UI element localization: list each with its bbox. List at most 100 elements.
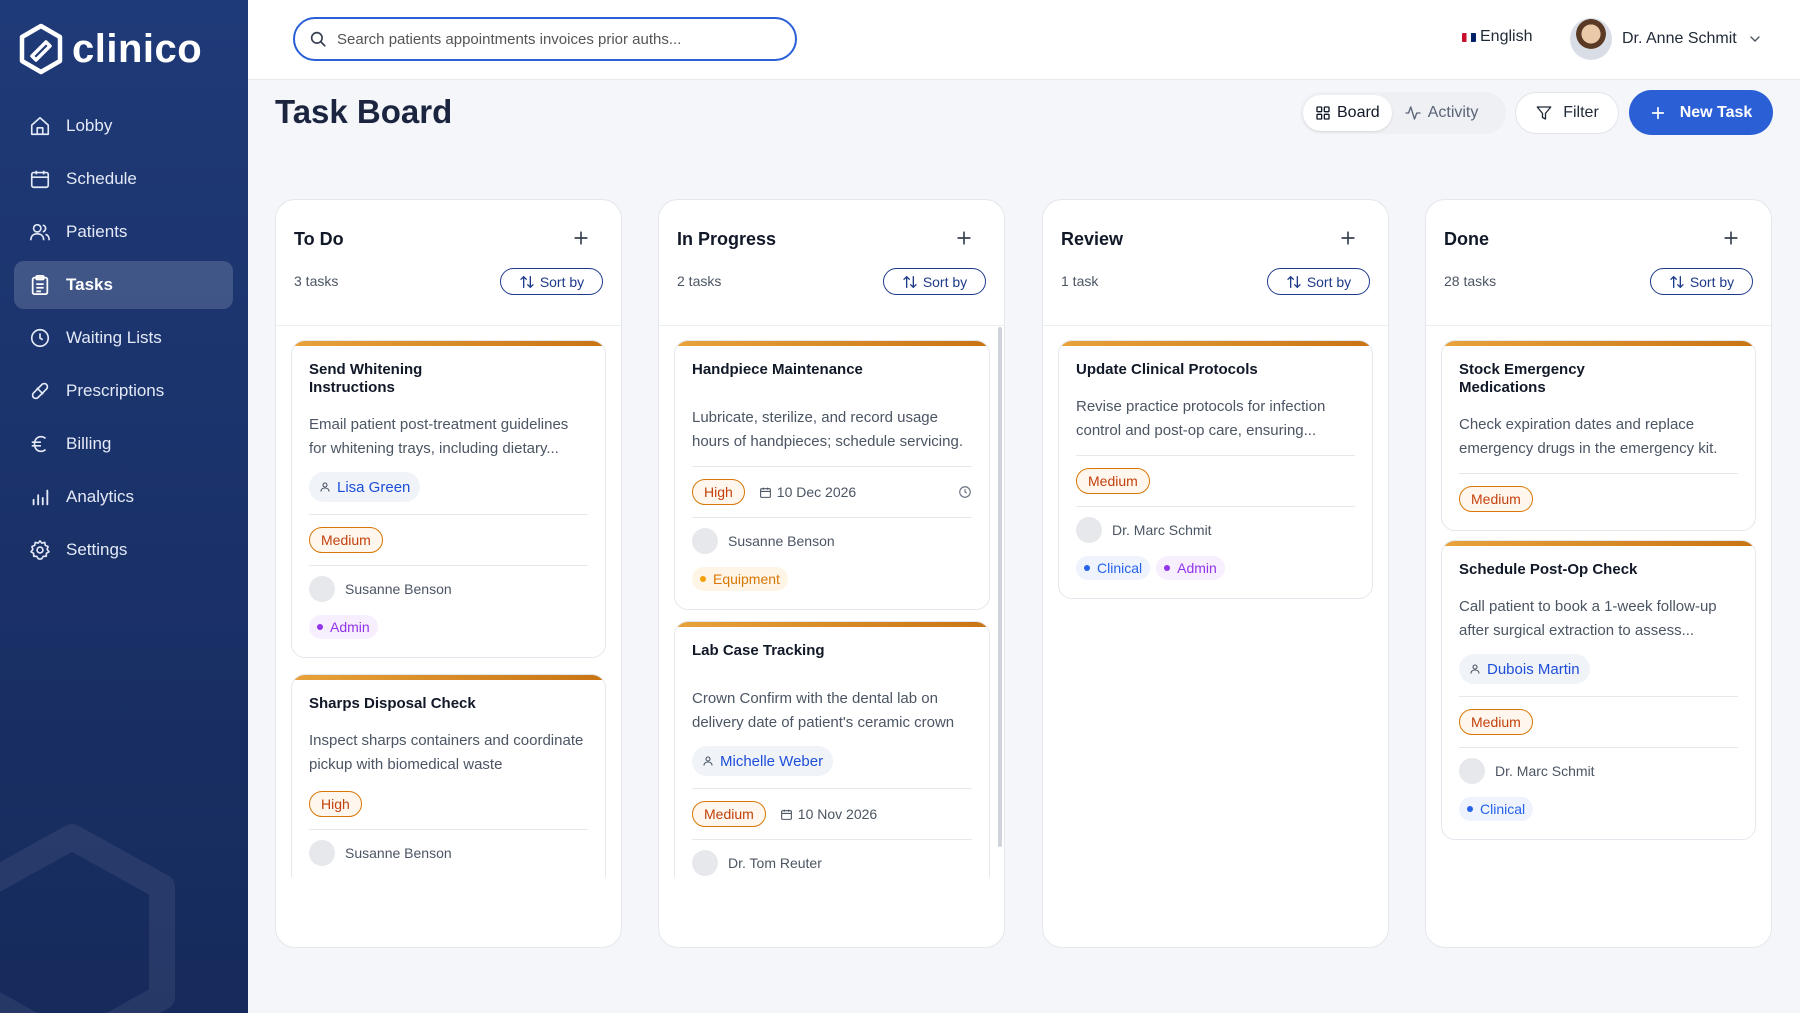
sidebar-item-patients[interactable]: Patients — [14, 208, 233, 256]
new-task-button[interactable]: New Task — [1629, 90, 1773, 135]
divider — [1076, 506, 1355, 507]
language-label: English — [1480, 28, 1533, 45]
task-card[interactable]: Update Clinical Protocols Revise practic… — [1058, 340, 1373, 599]
activity-view-button[interactable]: Activity — [1392, 95, 1491, 131]
sidebar-item-settings[interactable]: Settings — [14, 526, 233, 574]
add-task-icon[interactable] — [954, 228, 974, 248]
due-date-text: 10 Dec 2026 — [776, 484, 857, 500]
card-title: Lab Case Tracking — [692, 642, 825, 659]
card-title: Update Clinical Protocols — [1076, 361, 1258, 378]
priority-badge: Medium — [1459, 486, 1533, 512]
filter-button[interactable]: Filter — [1515, 92, 1619, 134]
view-toggle: Board Activity — [1300, 92, 1506, 134]
language-selector[interactable]: English — [1462, 28, 1532, 46]
divider — [309, 829, 588, 830]
task-card[interactable]: Handpiece Maintenance Lubricate, sterili… — [674, 340, 990, 610]
task-card[interactable]: Stock Emergency Medications Check expira… — [1441, 340, 1756, 531]
column-header: To Do 3 tasks Sort by — [276, 200, 621, 326]
add-task-icon[interactable] — [1338, 228, 1358, 248]
brand-name: clinico — [72, 26, 203, 71]
user-name: Dr. Anne Schmit — [1622, 30, 1737, 47]
sidebar-item-analytics[interactable]: Analytics — [14, 473, 233, 521]
tag-admin: Admin — [1156, 556, 1225, 580]
sidebar-item-waiting-lists[interactable]: Waiting Lists — [14, 314, 233, 362]
patient-name: Dubois Martin — [1487, 660, 1580, 678]
column-title: To Do — [294, 229, 344, 249]
task-card[interactable]: Send Whitening Instructions Email patien… — [291, 340, 606, 658]
search-box[interactable] — [293, 17, 797, 61]
divider — [1076, 455, 1355, 456]
column-title: Review — [1061, 229, 1124, 249]
sidebar-item-billing[interactable]: Billing — [14, 420, 233, 468]
bar-chart-icon — [28, 485, 52, 509]
brand-logo[interactable]: clinico — [16, 22, 202, 76]
sort-button[interactable]: Sort by — [1650, 268, 1753, 295]
clock-icon — [28, 326, 52, 350]
sidebar-item-label: Lobby — [66, 116, 113, 135]
sort-label: Sort by — [1306, 273, 1352, 290]
card-description: Revise practice protocols for infection … — [1076, 398, 1326, 439]
column-header: Review 1 task Sort by — [1043, 200, 1388, 326]
grid-icon — [1316, 106, 1330, 120]
divider — [1459, 696, 1738, 697]
add-task-icon[interactable] — [571, 228, 591, 248]
avatar — [1570, 18, 1612, 60]
task-count: 3 tasks — [294, 273, 339, 289]
plus-icon — [1651, 106, 1664, 119]
column-body: Stock Emergency Medications Check expira… — [1426, 327, 1771, 877]
board-view-label: Board — [1337, 104, 1380, 121]
column-scrollbar[interactable] — [998, 327, 1002, 847]
sidebar-item-label: Settings — [66, 540, 128, 559]
card-description: Email patient post-treatment guidelines … — [309, 416, 569, 457]
sidebar-item-prescriptions[interactable]: Prescriptions — [14, 367, 233, 415]
calendar-icon — [28, 167, 52, 191]
sort-button[interactable]: Sort by — [883, 268, 986, 295]
card-title: Send Whitening Instructions — [309, 361, 423, 396]
clipboard-icon — [28, 273, 52, 297]
euro-icon — [28, 432, 52, 456]
column-header: In Progress 2 tasks Sort by — [659, 200, 1004, 326]
assignee-name: Dr. Tom Reuter — [728, 855, 822, 871]
sort-button[interactable]: Sort by — [1267, 268, 1370, 295]
user-icon — [703, 756, 713, 766]
sidebar-item-label: Prescriptions — [66, 381, 165, 400]
sidebar-item-label: Waiting Lists — [66, 328, 162, 347]
clock-icon — [959, 486, 971, 498]
sort-label: Sort by — [539, 273, 585, 290]
task-card[interactable]: Sharps Disposal Check Inspect sharps con… — [291, 674, 606, 877]
user-icon — [320, 482, 330, 492]
sidebar: clinico Lobby Schedule Patients Tasks Wa… — [0, 0, 248, 1013]
due-date: 10 Dec 2026 — [759, 484, 856, 500]
avatar — [1459, 758, 1485, 784]
user-menu[interactable]: Dr. Anne Schmit — [1570, 18, 1763, 60]
uk-flag-icon — [1462, 32, 1476, 42]
board-view-button[interactable]: Board — [1303, 95, 1392, 131]
chevron-down-icon[interactable] — [1747, 31, 1763, 47]
sort-button[interactable]: Sort by — [500, 268, 603, 295]
patient-chip[interactable]: Dubois Martin — [1459, 654, 1590, 684]
task-count: 28 tasks — [1444, 273, 1497, 289]
logo-watermark-icon — [0, 824, 175, 1013]
search-input[interactable] — [337, 30, 777, 48]
patient-chip[interactable]: Michelle Weber — [692, 746, 834, 776]
card-description: Call patient to book a 1-week follow-up … — [1459, 598, 1717, 639]
divider — [692, 788, 972, 789]
patient-chip[interactable]: Lisa Green — [309, 472, 421, 502]
sidebar-item-label: Tasks — [66, 275, 113, 294]
column-body: Update Clinical Protocols Revise practic… — [1043, 327, 1388, 877]
patient-name: Lisa Green — [337, 478, 411, 496]
sidebar-item-tasks[interactable]: Tasks — [14, 261, 233, 309]
column-title: Done — [1444, 229, 1489, 249]
column-header: Done 28 tasks Sort by — [1426, 200, 1771, 326]
sidebar-item-schedule[interactable]: Schedule — [14, 155, 233, 203]
column-in-progress: In Progress 2 tasks Sort by Handpiece Ma… — [658, 199, 1005, 948]
column-to-do: To Do 3 tasks Sort by Send Whitening Ins… — [275, 199, 622, 948]
add-task-icon[interactable] — [1721, 228, 1741, 248]
sidebar-item-lobby[interactable]: Lobby — [14, 102, 233, 150]
user-icon — [1470, 664, 1480, 674]
task-card[interactable]: Lab Case Tracking Crown Confirm with the… — [674, 621, 990, 877]
sort-icon — [1670, 275, 1684, 288]
task-count: 2 tasks — [677, 273, 722, 289]
task-card[interactable]: Schedule Post-Op Check Call patient to b… — [1441, 540, 1756, 840]
tag-clinical: Clinical — [1459, 797, 1534, 821]
